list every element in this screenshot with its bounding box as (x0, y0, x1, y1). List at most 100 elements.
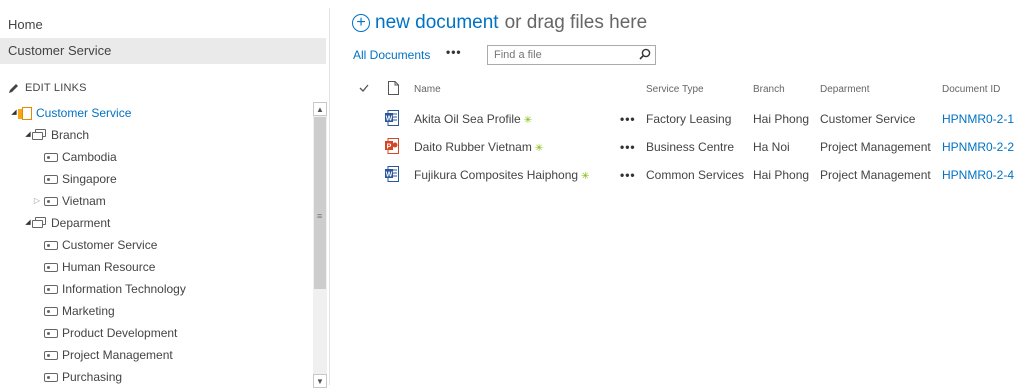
column-header-name[interactable]: Name (414, 84, 441, 95)
document-library: + new document or drag files here All Do… (350, 0, 1024, 385)
term-set-icon (32, 129, 47, 141)
term-icon (44, 196, 58, 206)
cell-department: Project Management (820, 168, 931, 182)
term-icon (44, 350, 58, 360)
tree-node-branch[interactable]: ◢ Branch (24, 124, 89, 146)
term-set-icon (32, 217, 47, 229)
table-row[interactable]: W Akita Oil Sea Profile ✳ ••• Factory Lea… (350, 110, 1024, 138)
cell-branch: Hai Phong (753, 168, 810, 182)
tree-node-project-management[interactable]: Project Management (44, 344, 173, 366)
tree-scrollbar[interactable]: ▲ ≡ ▼ (313, 102, 327, 388)
tree-node-label: Human Resource (62, 260, 156, 274)
tree-node-information-technology[interactable]: Information Technology (44, 278, 186, 300)
find-file-search[interactable] (487, 45, 656, 65)
tree-node-human-resource[interactable]: Human Resource (44, 256, 155, 278)
tree-node-department[interactable]: ◢ Deparment (24, 212, 110, 234)
nav-link-customer-service[interactable]: Customer Service (0, 38, 326, 64)
document-name[interactable]: Akita Oil Sea Profile (414, 112, 521, 126)
new-item-icon: ✳ (534, 143, 544, 154)
tree-node-label: Branch (51, 128, 90, 142)
tree-node-label: Project Management (62, 348, 173, 362)
tree-node-vietnam[interactable]: ▷ Vietnam (33, 190, 106, 212)
column-header-branch[interactable]: Branch (753, 84, 785, 95)
tree-node-dept-customer-service[interactable]: Customer Service (44, 234, 157, 256)
document-name-link[interactable]: Daito Rubber Vietnam ✳ (414, 140, 543, 154)
tree-node-purchasing[interactable]: Purchasing (44, 366, 122, 385)
document-name-link[interactable]: Fujikura Composites Haiphong ✳ (414, 168, 589, 182)
tree-node-label: Cambodia (62, 150, 117, 164)
item-menu-ellipsis[interactable]: ••• (620, 112, 636, 126)
tree-node-root[interactable]: ◢ Customer Service (10, 102, 131, 124)
document-name[interactable]: Daito Rubber Vietnam (414, 140, 532, 154)
cell-department: Customer Service (820, 112, 916, 126)
term-icon (44, 284, 58, 294)
view-more-ellipsis[interactable]: ••• (446, 45, 462, 59)
cell-service-type: Factory Leasing (646, 112, 732, 126)
nav-link-home[interactable]: Home (0, 12, 326, 38)
item-menu-ellipsis[interactable]: ••• (620, 140, 636, 154)
word-document-icon: W (385, 110, 399, 129)
plus-circle-icon[interactable]: + (352, 14, 370, 32)
term-icon (44, 328, 58, 338)
edit-links-button[interactable]: EDIT LINKS (8, 82, 87, 94)
cell-document-id[interactable]: HPNMR0-2-1 (942, 112, 1014, 126)
cell-document-id[interactable]: HPNMR0-2-4 (942, 168, 1014, 182)
term-tree: ◢ Customer Service ◢ Branch Cambodia Sin… (0, 102, 312, 385)
column-headers: Name Service Type Branch Deparment Docum… (350, 81, 1024, 100)
new-item-icon: ✳ (581, 171, 590, 182)
cell-service-type: Business Centre (646, 140, 735, 154)
collapse-arrow-icon[interactable]: ▷ (33, 190, 41, 212)
document-name-link[interactable]: Akita Oil Sea Profile ✳ (414, 112, 532, 126)
edit-links-label: EDIT LINKS (25, 82, 87, 94)
svg-text:W: W (386, 172, 393, 179)
cell-document-id[interactable]: HPNMR0-2-2 (942, 140, 1014, 154)
scroll-thumb[interactable]: ≡ (314, 117, 326, 289)
tree-node-product-development[interactable]: Product Development (44, 322, 177, 344)
tree-node-label: Marketing (62, 304, 115, 318)
left-navigation: Home Customer Service EDIT LINKS ◢ Custo… (0, 0, 329, 388)
tree-node-label: Customer Service (62, 238, 158, 252)
tree-node-marketing[interactable]: Marketing (44, 300, 115, 322)
term-icon (44, 240, 58, 250)
expand-arrow-icon[interactable]: ◢ (24, 124, 32, 146)
item-menu-ellipsis[interactable]: ••• (620, 168, 636, 182)
term-icon (44, 262, 58, 272)
term-icon (44, 306, 58, 316)
tree-node-label: Singapore (62, 172, 117, 186)
pencil-icon (9, 83, 18, 93)
svg-text:P: P (387, 144, 392, 151)
cell-service-type: Common Services (646, 168, 745, 182)
cell-branch: Hai Phong (753, 112, 810, 126)
term-icon (44, 372, 58, 382)
drag-files-text: or drag files here (504, 12, 648, 33)
document-name[interactable]: Fujikura Composites Haiphong (414, 168, 578, 182)
tree-node-label: Information Technology (62, 282, 186, 296)
file-type-header-icon[interactable] (388, 81, 399, 98)
tree-node-singapore[interactable]: Singapore (44, 168, 117, 190)
table-row[interactable]: W Fujikura Composites Haiphong ✳ ••• Comm… (350, 166, 1024, 194)
scroll-up-icon[interactable]: ▲ (313, 102, 327, 116)
term-icon (44, 174, 58, 184)
powerpoint-document-icon: P (385, 138, 399, 157)
scroll-down-icon[interactable]: ▼ (313, 374, 327, 388)
divider (329, 8, 330, 385)
search-input[interactable] (488, 46, 634, 64)
cell-branch: Ha Noi (753, 140, 790, 154)
word-document-icon: W (385, 166, 399, 185)
table-row[interactable]: P Daito Rubber Vietnam ✳ ••• Business Cen… (350, 138, 1024, 166)
select-all-checkmark-icon[interactable] (359, 83, 369, 96)
expand-arrow-icon[interactable]: ◢ (10, 102, 18, 124)
view-all-documents[interactable]: All Documents (353, 48, 430, 62)
term-store-icon (18, 106, 32, 120)
tree-node-label: Vietnam (62, 194, 106, 208)
tree-node-label: Product Development (62, 326, 178, 340)
expand-arrow-icon[interactable]: ◢ (24, 212, 32, 234)
column-header-service-type[interactable]: Service Type (646, 84, 704, 95)
tree-node-cambodia[interactable]: Cambodia (44, 146, 117, 168)
new-document-bar: + new document or drag files here (352, 12, 647, 34)
search-icon[interactable] (639, 48, 651, 60)
column-header-document-id[interactable]: Document ID (942, 84, 1000, 95)
column-header-department[interactable]: Deparment (820, 84, 869, 95)
new-document-link[interactable]: new document (375, 12, 499, 34)
svg-text:W: W (386, 116, 393, 123)
